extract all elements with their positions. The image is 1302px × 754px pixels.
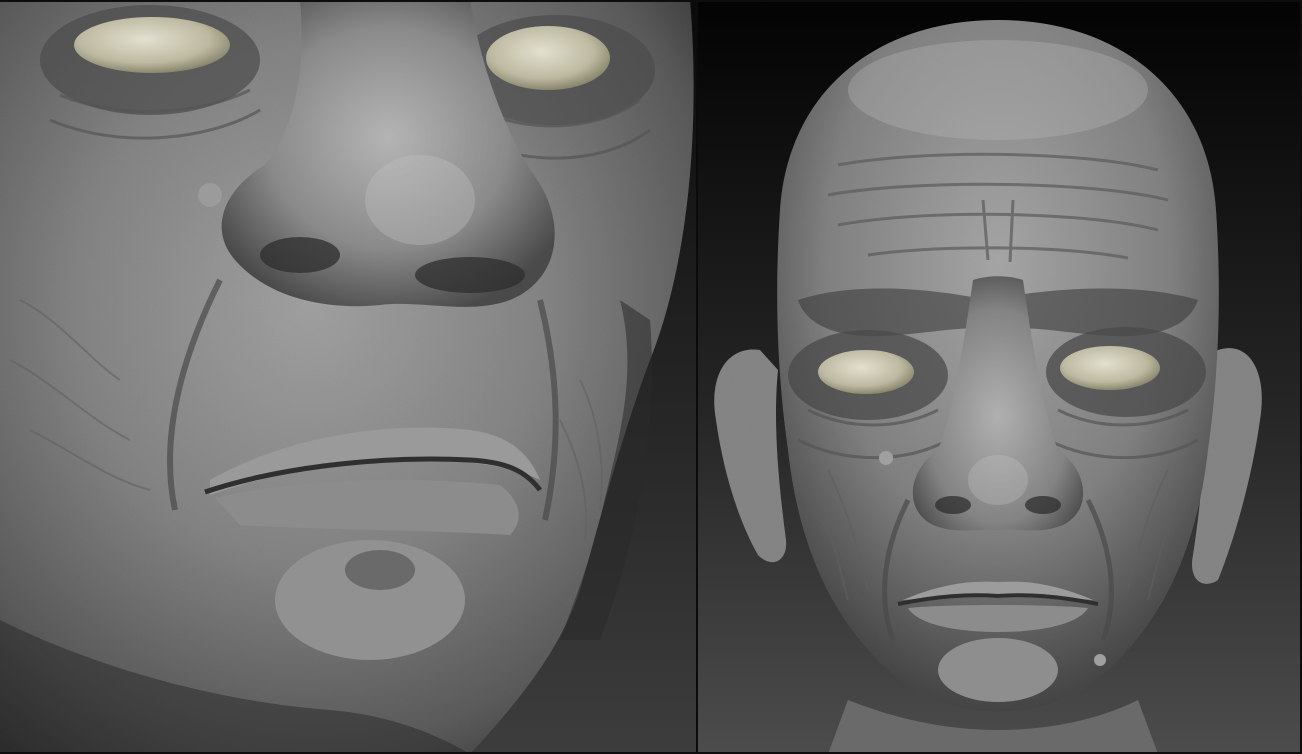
closeup-chin-dimple (345, 550, 415, 590)
full-head-nose-highlight (968, 455, 1028, 505)
closeup-left-nostril (260, 237, 340, 273)
closeup-face-panel (0, 0, 698, 754)
full-head-right-nostril (1025, 496, 1061, 514)
closeup-nose-highlight (365, 155, 475, 245)
closeup-right-eye (486, 26, 610, 90)
full-head-render (698, 0, 1302, 754)
full-head-panel (698, 0, 1302, 754)
closeup-face-render (0, 0, 698, 754)
full-head-left-nostril (935, 496, 971, 514)
closeup-right-nostril (415, 257, 525, 293)
sculpt-render-canvas (0, 0, 1302, 754)
full-head-chin-mole (1094, 654, 1106, 666)
full-head-chin (938, 638, 1058, 702)
full-head-left-eye (818, 350, 914, 394)
closeup-left-eye (74, 17, 230, 73)
full-head-cheek-mole (879, 451, 893, 465)
closeup-mole (198, 183, 222, 207)
full-head-right-eye (1060, 346, 1160, 390)
full-head-scalp-highlight (848, 40, 1148, 140)
